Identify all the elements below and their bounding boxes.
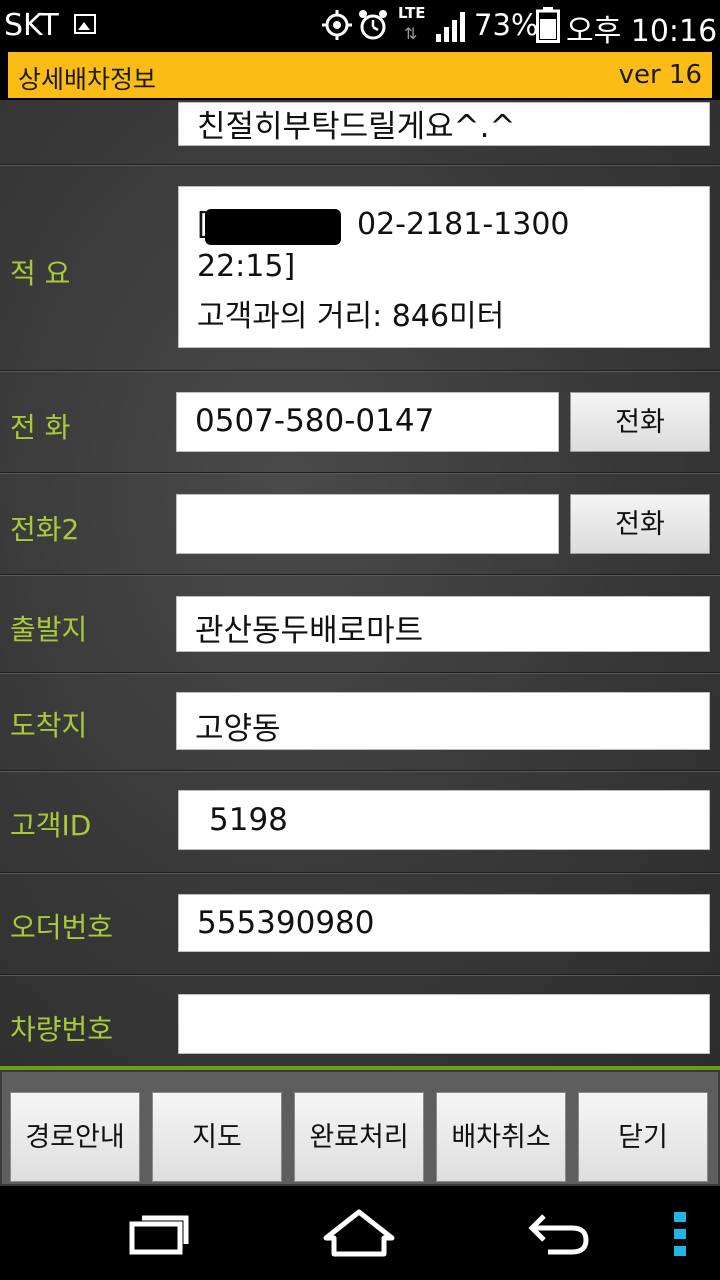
version-label: ver 16 xyxy=(618,60,702,90)
order-number-field[interactable]: 555390980 xyxy=(178,894,710,952)
summary-line-2: 22:15] xyxy=(197,249,296,284)
clock: 오후 10:16 xyxy=(566,14,718,49)
route-guide-button[interactable]: 경로안내 xyxy=(10,1092,140,1182)
action-toolbar: 경로안내 지도 완료처리 배차취소 닫기 xyxy=(0,1066,720,1186)
phone2-row: 전화2 전화 xyxy=(0,474,720,575)
call-button[interactable]: 전화 xyxy=(570,392,710,452)
customer-id-field[interactable]: 5198 xyxy=(178,790,710,850)
order-number-label: 오더번호 xyxy=(10,911,114,944)
complete-button[interactable]: 완료처리 xyxy=(294,1092,424,1182)
phone2-label: 전화2 xyxy=(10,513,80,546)
network-label: LTE xyxy=(398,4,426,22)
memo-field[interactable]: 친절히부탁드릴게요^.^ xyxy=(178,102,710,146)
call2-button[interactable]: 전화 xyxy=(570,494,710,554)
summary-row: 적 요 [02-2181-1300 22:15] 고객과의 거리: 846미터 xyxy=(0,166,720,371)
vehicle-number-row: 차량번호 xyxy=(0,976,720,1066)
summary-line-3: 고객과의 거리: 846미터 xyxy=(197,299,505,334)
summary-line-1: [02-2181-1300 xyxy=(197,207,570,245)
phone-field[interactable]: 0507-580-0147 xyxy=(176,392,559,452)
customer-id-row: 고객ID 5198 xyxy=(0,772,720,873)
origin-field[interactable]: 관산동두배로마트 xyxy=(176,596,710,652)
detail-form[interactable]: 친절히부탁드릴게요^.^ 적 요 [02-2181-1300 22:15] 고객… xyxy=(0,100,720,1066)
status-bar: SKT LTE ⇅ 73% 오후 10:16 xyxy=(0,0,720,50)
vehicle-number-label: 차량번호 xyxy=(10,1013,114,1046)
map-button[interactable]: 지도 xyxy=(152,1092,282,1182)
cancel-dispatch-button[interactable]: 배차취소 xyxy=(436,1092,566,1182)
carrier-label: SKT xyxy=(4,8,59,43)
destination-field[interactable]: 고양동 xyxy=(176,692,710,750)
memo-row: 친절히부탁드릴게요^.^ xyxy=(0,100,720,165)
phone-label: 전 화 xyxy=(10,411,71,444)
gps-icon xyxy=(322,10,352,40)
recent-apps-icon[interactable] xyxy=(128,1210,192,1256)
page-title: 상세배차정보 xyxy=(18,65,157,94)
data-activity-icon: ⇅ xyxy=(404,24,418,43)
battery-percent: 73% xyxy=(474,8,539,42)
alarm-icon xyxy=(359,10,387,40)
customer-id-label: 고객ID xyxy=(10,809,92,842)
phone2-field[interactable] xyxy=(176,494,559,554)
phone-row: 전 화 0507-580-0147 전화 xyxy=(0,372,720,473)
menu-icon[interactable] xyxy=(672,1210,688,1258)
close-button[interactable]: 닫기 xyxy=(578,1092,708,1182)
title-bar: 상세배차정보 ver 16 xyxy=(0,50,720,100)
navigation-bar xyxy=(0,1186,720,1280)
battery-icon xyxy=(536,7,560,43)
summary-label: 적 요 xyxy=(10,257,71,290)
signal-icon xyxy=(436,12,465,42)
summary-field[interactable]: [02-2181-1300 22:15] 고객과의 거리: 846미터 xyxy=(178,186,710,348)
redacted-block xyxy=(205,209,341,245)
destination-label: 도착지 xyxy=(10,709,88,742)
origin-row: 출발지 관산동두배로마트 xyxy=(0,576,720,673)
image-notification-icon xyxy=(74,14,96,34)
destination-row: 도착지 고양동 xyxy=(0,674,720,771)
home-icon[interactable] xyxy=(322,1208,396,1258)
order-number-row: 오더번호 555390980 xyxy=(0,874,720,975)
vehicle-number-field[interactable] xyxy=(178,994,710,1054)
back-icon[interactable] xyxy=(526,1210,592,1258)
origin-label: 출발지 xyxy=(10,613,88,646)
